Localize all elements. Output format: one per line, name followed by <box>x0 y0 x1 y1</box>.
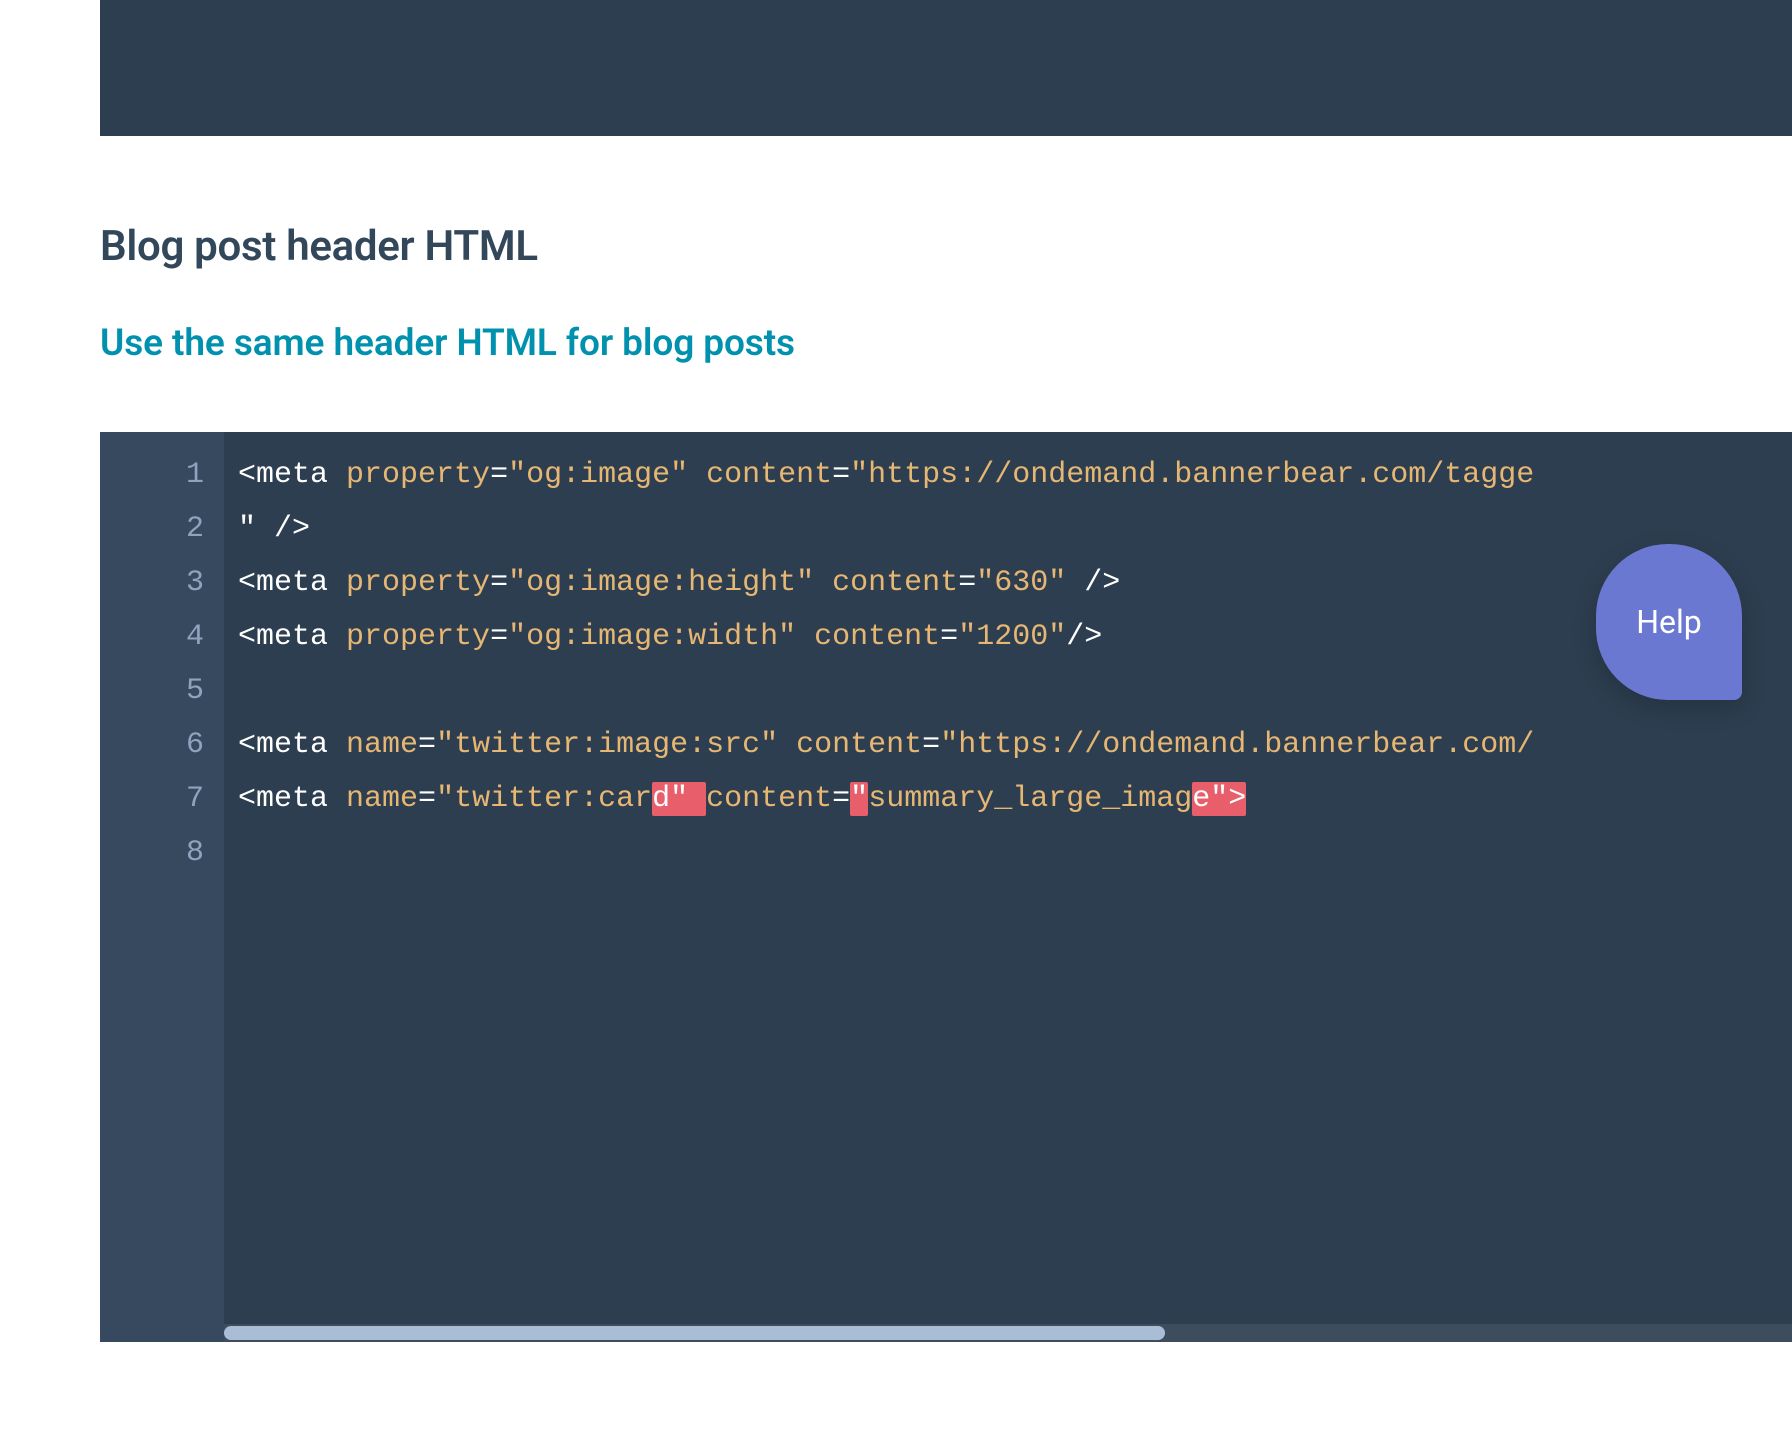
code-token: = <box>958 566 976 600</box>
horizontal-scrollbar[interactable] <box>224 1324 1792 1342</box>
code-token: "og:image:width" <box>508 620 796 654</box>
code-token: = <box>922 728 940 762</box>
code-token: property <box>346 458 490 492</box>
code-token: = <box>490 620 508 654</box>
code-token: content <box>832 566 958 600</box>
line-number: 5 <box>100 664 224 718</box>
code-token: content <box>706 458 832 492</box>
code-highlight: d" <box>652 782 706 816</box>
code-token: "630" <box>976 566 1066 600</box>
code-token: <meta <box>238 620 346 654</box>
code-token: "1200" <box>958 620 1066 654</box>
help-button-label: Help <box>1636 603 1702 641</box>
code-token: = <box>490 458 508 492</box>
code-line[interactable]: <meta name="twitter:card" content="summa… <box>238 772 1792 826</box>
code-token: content <box>706 782 832 816</box>
code-line[interactable]: " /> <box>238 502 1792 556</box>
code-token: name <box>346 782 418 816</box>
code-token: <meta <box>238 566 346 600</box>
code-token: = <box>418 728 436 762</box>
code-token: "og:image" <box>508 458 688 492</box>
code-token: summary_large_imag <box>868 782 1192 816</box>
horizontal-scrollbar-thumb[interactable] <box>224 1326 1165 1340</box>
code-token: name <box>346 728 418 762</box>
line-number: 8 <box>100 826 224 880</box>
help-button[interactable]: Help <box>1596 544 1742 700</box>
code-token <box>778 728 796 762</box>
code-token: property <box>346 566 490 600</box>
code-token: = <box>490 566 508 600</box>
code-token <box>814 566 832 600</box>
code-token: content <box>814 620 940 654</box>
code-token: "https://ondemand.bannerbear.com/ <box>940 728 1534 762</box>
code-token: = <box>832 782 850 816</box>
code-token: /> <box>1066 566 1120 600</box>
code-line[interactable] <box>238 664 1792 718</box>
code-token: "twitter:car <box>436 782 652 816</box>
code-highlight: " <box>850 782 868 816</box>
code-token: " /> <box>238 512 310 546</box>
code-line[interactable]: <meta property="og:image" content="https… <box>238 448 1792 502</box>
code-token: <meta <box>238 458 346 492</box>
code-editor[interactable]: 1 2 3 4 5 6 7 8 <meta property="og:image… <box>100 432 1792 1342</box>
line-number: 6 <box>100 718 224 772</box>
code-token: = <box>832 458 850 492</box>
code-token: <meta <box>238 728 346 762</box>
code-token: = <box>940 620 958 654</box>
code-token: "og:image:height" <box>508 566 814 600</box>
code-token: <meta <box>238 782 346 816</box>
line-number: 7 <box>100 772 224 826</box>
page: Blog post header HTML Use the same heade… <box>0 0 1792 1440</box>
code-token: = <box>418 782 436 816</box>
code-highlight: e"> <box>1192 782 1246 816</box>
header-banner <box>100 0 1792 136</box>
line-number: 2 <box>100 502 224 556</box>
code-line[interactable]: <meta property="og:image:width" content=… <box>238 610 1792 664</box>
code-line[interactable]: <meta property="og:image:height" content… <box>238 556 1792 610</box>
code-token: "twitter:image:src" <box>436 728 778 762</box>
code-token <box>796 620 814 654</box>
line-number: 1 <box>100 448 224 502</box>
code-token: "https://ondemand.bannerbear.com/tagge <box>850 458 1534 492</box>
section-title: Blog post header HTML <box>100 222 538 271</box>
code-line[interactable]: <meta name="twitter:image:src" content="… <box>238 718 1792 772</box>
code-token <box>688 458 706 492</box>
code-editor-body[interactable]: <meta property="og:image" content="https… <box>224 432 1792 1342</box>
code-line[interactable] <box>238 826 1792 880</box>
line-number: 4 <box>100 610 224 664</box>
code-token: property <box>346 620 490 654</box>
code-editor-gutter: 1 2 3 4 5 6 7 8 <box>100 432 224 1342</box>
code-token: /> <box>1066 620 1102 654</box>
line-number: 3 <box>100 556 224 610</box>
code-token: content <box>796 728 922 762</box>
subsection-toggle-link[interactable]: Use the same header HTML for blog posts <box>100 322 795 365</box>
